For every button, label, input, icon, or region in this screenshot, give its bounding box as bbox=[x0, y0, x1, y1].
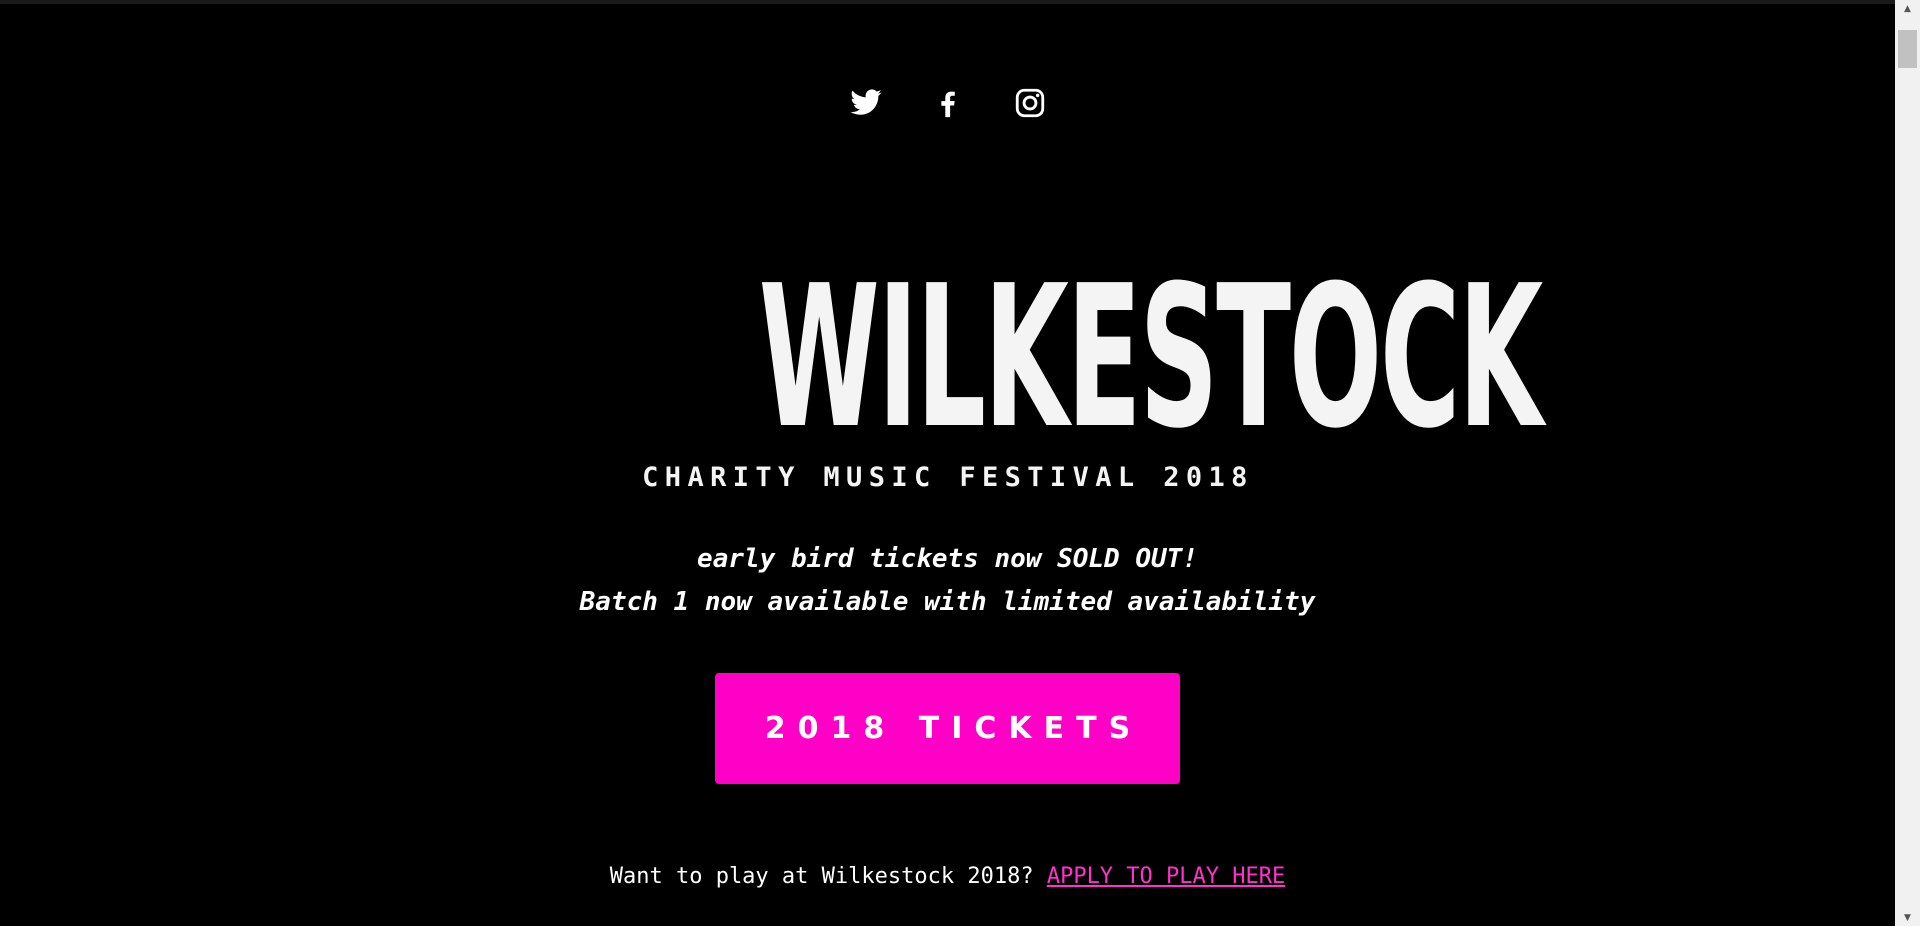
scrollbar-thumb[interactable] bbox=[1898, 30, 1917, 68]
main-content: WILKESTOCK CHARITY MUSIC FESTIVAL 2018 e… bbox=[0, 0, 1895, 926]
apply-to-play: Want to play at Wilkestock 2018? APPLY T… bbox=[0, 864, 1895, 889]
notice-line-batch-1: Batch 1 now available with limited avail… bbox=[579, 587, 1316, 617]
scroll-down-arrow-icon[interactable]: ▼ bbox=[1895, 909, 1920, 926]
apply-to-play-link[interactable]: APPLY TO PLAY HERE bbox=[1047, 864, 1285, 889]
instagram-icon bbox=[1015, 88, 1044, 118]
wilkestock-logo: WILKESTOCK CHARITY MUSIC FESTIVAL 2018 bbox=[610, 244, 1544, 498]
notice-line-sold-out: early bird tickets now SOLD OUT! bbox=[697, 544, 1198, 574]
facebook-icon bbox=[940, 91, 955, 118]
instagram-link[interactable] bbox=[1013, 86, 1047, 120]
social-links bbox=[0, 86, 1895, 120]
apply-prompt: Want to play at Wilkestock 2018? bbox=[609, 864, 1047, 889]
logo-title: WILKESTOCK bbox=[758, 244, 1544, 472]
scroll-up-arrow-icon[interactable]: ▲ bbox=[1895, 0, 1920, 17]
tickets-button[interactable]: 2018 TICKETS bbox=[715, 673, 1180, 784]
ticket-notice: early bird tickets now SOLD OUT! Batch 1… bbox=[0, 538, 1895, 624]
page: WILKESTOCK CHARITY MUSIC FESTIVAL 2018 e… bbox=[0, 0, 1920, 926]
twitter-link[interactable] bbox=[849, 86, 883, 120]
vertical-scrollbar[interactable]: ▲ ▼ bbox=[1895, 0, 1920, 926]
logo-subtitle: CHARITY MUSIC FESTIVAL 2018 bbox=[642, 462, 1254, 493]
twitter-icon bbox=[849, 89, 882, 115]
facebook-link[interactable] bbox=[931, 86, 965, 120]
